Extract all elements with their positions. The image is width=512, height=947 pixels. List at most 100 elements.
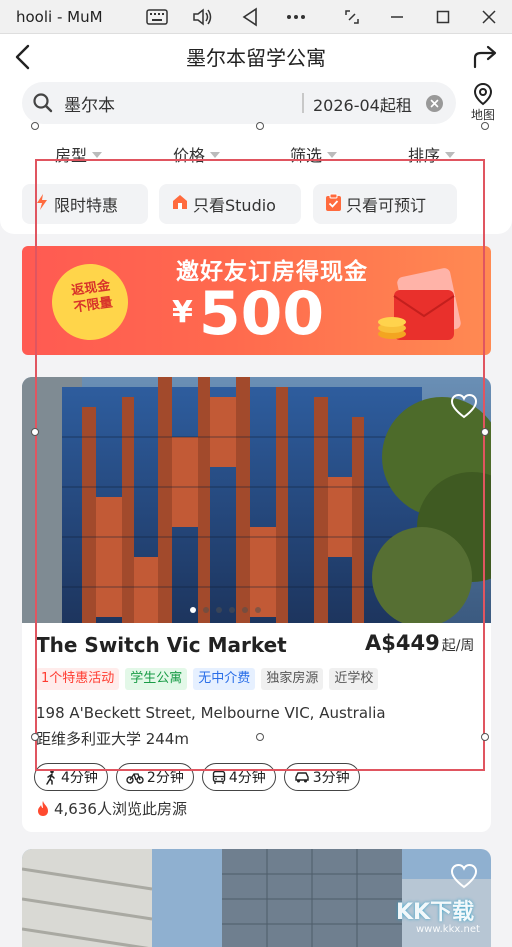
listing-distance: 距维多利亚大学 244m	[36, 730, 190, 748]
car-icon	[295, 771, 309, 782]
view-count-text: 4,636人浏览此房源	[54, 800, 187, 818]
tag-exclusive: 独家房源	[261, 668, 324, 690]
tag-student-housing: 学生公寓	[125, 668, 188, 690]
volume-icon[interactable]	[190, 4, 216, 30]
chip-bookable-only[interactable]: 只看可预订	[313, 184, 457, 224]
filter-label: 房型	[55, 146, 88, 165]
house-icon	[171, 193, 189, 215]
caret-down-icon	[445, 152, 456, 158]
carousel-dot[interactable]	[216, 607, 222, 613]
price-unit: 起/周	[441, 638, 475, 654]
share-button[interactable]	[470, 42, 500, 72]
site-watermark: KK下载	[396, 900, 475, 925]
map-label: 地图	[470, 108, 495, 122]
transport-times: 4分钟 2分钟 4分钟 3分钟	[34, 763, 360, 791]
more-icon[interactable]	[283, 4, 309, 30]
search-bar[interactable]: 墨尔本 2026-04起租	[22, 82, 456, 124]
transport-bus: 4分钟	[201, 763, 276, 791]
carousel-dot[interactable]	[203, 607, 209, 613]
window-titlebar: hooli - MuM	[0, 0, 512, 34]
building-photo	[22, 377, 491, 623]
filter-row: 房型 价格 筛选 排序	[0, 142, 512, 172]
bus-icon	[212, 770, 226, 784]
move-in-date[interactable]: 2026-04起租	[313, 92, 412, 116]
filter-label: 价格	[173, 146, 206, 165]
site-watermark-url: www.kkx.net	[416, 924, 480, 935]
selection-handle[interactable]	[481, 733, 489, 741]
tag-offer: 1个特惠活动	[36, 668, 120, 690]
selection-handle[interactable]	[31, 122, 39, 130]
filter-more[interactable]: 筛选	[290, 142, 338, 166]
selection-handle[interactable]	[481, 428, 489, 436]
bike-icon	[126, 773, 144, 784]
clipboard-check-icon	[325, 193, 342, 216]
minimize-icon[interactable]	[384, 4, 410, 30]
listing-tags: 1个特惠活动 学生公寓 无中介费 独家房源 近学校	[36, 668, 379, 690]
map-pin-icon	[473, 82, 493, 106]
filter-room-type[interactable]: 房型	[55, 142, 103, 166]
chip-label: 只看可预订	[346, 196, 427, 215]
filter-price[interactable]: 价格	[173, 142, 221, 166]
caret-down-icon	[92, 152, 103, 158]
search-city[interactable]: 墨尔本	[64, 91, 115, 116]
clear-icon[interactable]	[426, 95, 443, 112]
header-panel: 墨尔本留学公寓 墨尔本 2026-04起租 地图 房型 价格 筛选 排序 限时特…	[0, 34, 512, 234]
caret-down-icon	[327, 152, 338, 158]
chip-limited-offer[interactable]: 限时特惠	[22, 184, 148, 224]
page-title: 墨尔本留学公寓	[186, 46, 326, 70]
selection-handle[interactable]	[31, 428, 39, 436]
screenshot-icon[interactable]	[339, 4, 365, 30]
carousel-dot[interactable]	[242, 607, 248, 613]
amount-value: 500	[198, 279, 325, 349]
share-icon	[473, 45, 497, 69]
maximize-icon[interactable]	[430, 4, 456, 30]
transport-walk: 4分钟	[34, 763, 108, 791]
transport-time: 4分钟	[228, 770, 266, 786]
listing-card[interactable]: The Switch Vic Market A$449 起/周 1个特惠活动 学生…	[22, 377, 491, 832]
search-divider	[302, 93, 304, 113]
carousel-dot[interactable]	[229, 607, 235, 613]
transport-time: 2分钟	[146, 770, 184, 786]
banner-amount: ¥500	[172, 280, 324, 347]
price-value: A$449	[365, 631, 440, 655]
filter-label: 筛选	[290, 146, 323, 165]
selection-handle[interactable]	[256, 733, 264, 741]
walk-icon	[46, 769, 55, 785]
transport-time: 3分钟	[312, 770, 350, 786]
window-title: hooli - MuM	[16, 8, 103, 26]
currency-symbol: ¥	[172, 295, 193, 330]
chip-label: 只看Studio	[193, 196, 276, 215]
listing-name: The Switch Vic Market	[36, 633, 287, 657]
transport-bike: 2分钟	[115, 763, 194, 791]
close-icon[interactable]	[476, 4, 502, 30]
transport-time: 4分钟	[61, 770, 98, 786]
back-triangle-icon[interactable]	[237, 4, 263, 30]
view-count: 4,636人浏览此房源	[36, 798, 187, 819]
referral-banner[interactable]: 返现金 不限量 邀好友订房得现金 ¥500	[22, 246, 491, 355]
selection-handle[interactable]	[256, 122, 264, 130]
carousel-dot[interactable]	[190, 607, 196, 613]
caret-down-icon	[210, 152, 221, 158]
tag-near-school: 近学校	[329, 668, 379, 690]
filter-label: 排序	[408, 146, 441, 165]
listing-address: 198 A'Beckett Street, Melbourne VIC, Aus…	[36, 704, 386, 722]
lightning-icon	[34, 193, 50, 215]
chip-studio-only[interactable]: 只看Studio	[159, 184, 301, 224]
fire-icon	[38, 801, 48, 816]
tag-no-agent-fee: 无中介费	[193, 668, 256, 690]
listing-price: A$449 起/周	[365, 631, 474, 655]
favorite-heart-icon[interactable]	[450, 863, 478, 889]
favorite-heart-icon[interactable]	[450, 393, 478, 419]
keyboard-icon[interactable]	[144, 4, 170, 30]
map-button[interactable]: 地图	[464, 82, 502, 126]
filter-sort[interactable]: 排序	[408, 142, 456, 166]
chip-label: 限时特惠	[54, 196, 119, 215]
carousel-dot[interactable]	[255, 607, 261, 613]
search-icon	[32, 92, 54, 114]
transport-car: 3分钟	[283, 763, 360, 791]
selection-handle[interactable]	[31, 733, 39, 741]
red-envelope-icon	[378, 268, 461, 340]
photo-carousel-dots	[190, 607, 261, 613]
app-page: 墨尔本留学公寓 墨尔本 2026-04起租 地图 房型 价格 筛选 排序 限时特…	[0, 34, 512, 947]
selection-handle[interactable]	[481, 122, 489, 130]
